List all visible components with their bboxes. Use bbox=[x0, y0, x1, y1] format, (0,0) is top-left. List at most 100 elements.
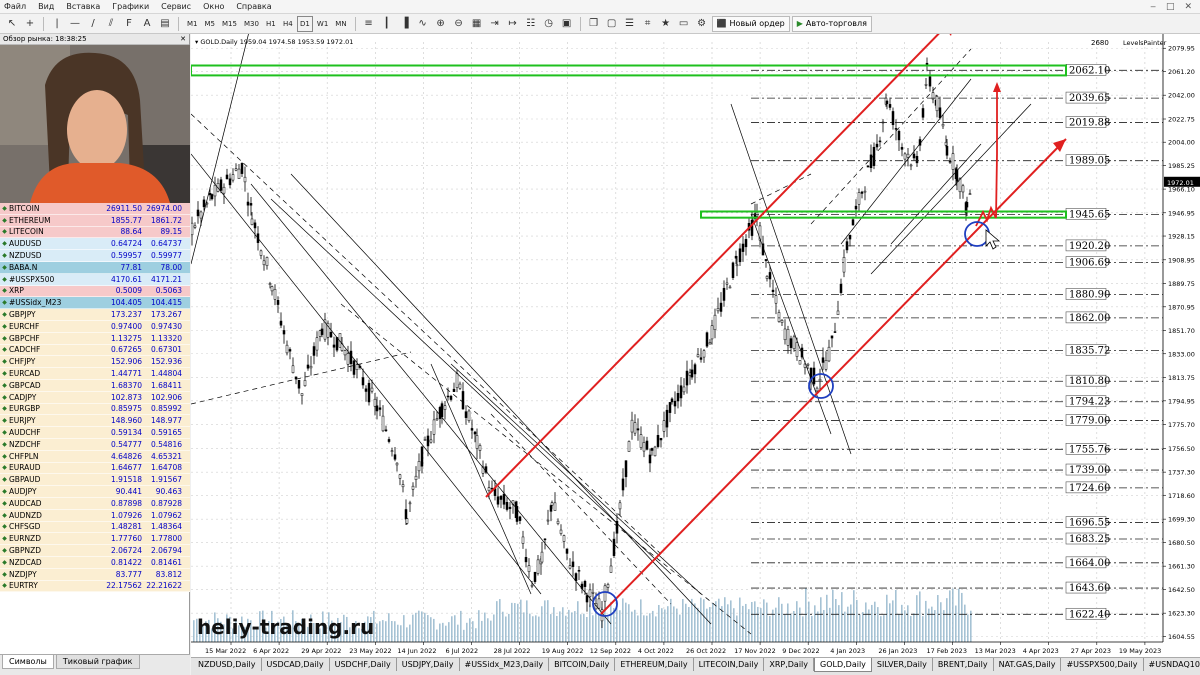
chart-tab[interactable]: #USSPX500,Daily bbox=[1061, 658, 1144, 671]
new-order-button[interactable]: ⬛ Новый ордер bbox=[711, 15, 790, 32]
symbol-row[interactable]: ◆ AUDNZD 1.07926 1.07962 bbox=[0, 509, 190, 522]
indicators-icon[interactable]: ≡ bbox=[361, 16, 377, 32]
gold-chart[interactable]: 2062.10 2039.65 2019.88 1989.05 1945.65 1920.… bbox=[191, 34, 1200, 657]
timeframe-button-h4[interactable]: H4 bbox=[280, 16, 296, 32]
menu-item[interactable]: Вид bbox=[38, 2, 54, 11]
symbol-row[interactable]: ◆ LITECOIN 88.64 89.15 bbox=[0, 226, 190, 239]
menu-item[interactable]: Вставка bbox=[66, 2, 100, 11]
market-watch-tab[interactable]: Тиковый график bbox=[55, 655, 140, 669]
navigator-icon[interactable]: ★ bbox=[658, 16, 674, 32]
channel-icon[interactable]: ⫽ bbox=[103, 16, 119, 32]
symbol-row[interactable]: ◆ NZDCHF 0.54777 0.54816 bbox=[0, 438, 190, 451]
close-icon[interactable]: ✕ bbox=[1184, 2, 1192, 12]
chart-tab[interactable]: NZDUSD,Daily bbox=[193, 658, 262, 671]
chart-tab[interactable]: BRENT,Daily bbox=[932, 658, 994, 671]
symbol-row[interactable]: ◆ CHFJPY 152.906 152.936 bbox=[0, 356, 190, 369]
symbol-row[interactable]: ◆ GBPCAD 1.68370 1.68411 bbox=[0, 379, 190, 392]
label-icon[interactable]: ▤ bbox=[157, 16, 173, 32]
symbol-row[interactable]: ◆ EURTRY 22.17562 22.21622 bbox=[0, 580, 190, 593]
chart-tab[interactable]: USDCAD,Daily bbox=[261, 658, 330, 671]
symbol-row[interactable]: ◆ EURNZD 1.77760 1.77800 bbox=[0, 533, 190, 546]
crosshair-icon[interactable]: + bbox=[22, 16, 38, 32]
menu-item[interactable]: Сервис bbox=[161, 2, 191, 11]
auto-trading-button[interactable]: ▶ Авто-торговля bbox=[791, 15, 872, 32]
symbol-row[interactable]: ◆ EURJPY 148.960 148.977 bbox=[0, 415, 190, 428]
timeframe-button-w1[interactable]: W1 bbox=[314, 16, 331, 32]
chart-tab[interactable]: USDJPY,Daily bbox=[396, 658, 460, 671]
timeframe-button-d1[interactable]: D1 bbox=[296, 15, 313, 32]
text-icon[interactable]: A bbox=[139, 16, 155, 32]
symbol-row[interactable]: ◆ GBPNZD 2.06724 2.06794 bbox=[0, 545, 190, 557]
symbol-row[interactable]: ◆ #USSidx_M23 104.405 104.415 bbox=[0, 297, 190, 310]
symbol-row[interactable]: ◆ GBPAUD 1.91518 1.91567 bbox=[0, 474, 190, 487]
autoscroll-icon[interactable]: ⇥ bbox=[487, 16, 503, 32]
symbol-row[interactable]: ◆ NZDUSD 0.59957 0.59977 bbox=[0, 250, 190, 262]
restore-icon[interactable]: □ bbox=[1166, 2, 1175, 12]
symbol-row[interactable]: ◆ AUDCHF 0.59134 0.59165 bbox=[0, 427, 190, 439]
symbol-row[interactable]: ◆ CHFSGD 1.48281 1.48364 bbox=[0, 521, 190, 534]
symbol-row[interactable]: ◆ CADJPY 102.873 102.906 bbox=[0, 391, 190, 404]
chart-window[interactable]: 2062.10 2039.65 2019.88 1989.05 1945.65 1920.… bbox=[191, 34, 1200, 657]
chart-tab[interactable]: #USSidx_M23,Daily bbox=[459, 658, 550, 671]
symbol-row[interactable]: ◆ CADCHF 0.67265 0.67301 bbox=[0, 344, 190, 357]
timeframe-button-m15[interactable]: M15 bbox=[219, 16, 240, 32]
symbol-row[interactable]: ◆ XRP 0.5009 0.5063 bbox=[0, 285, 190, 298]
menu-item[interactable]: Справка bbox=[236, 2, 271, 11]
horizontal-line-icon[interactable]: — bbox=[67, 16, 83, 32]
symbol-row[interactable]: ◆ AUDCAD 0.87898 0.87928 bbox=[0, 497, 190, 510]
chart-tab[interactable]: XRP,Daily bbox=[764, 658, 815, 671]
timeframe-button-mn[interactable]: MN bbox=[332, 16, 349, 32]
symbol-row[interactable]: ◆ CHFPLN 4.64826 4.65321 bbox=[0, 450, 190, 463]
line-chart-icon[interactable]: ∿ bbox=[415, 16, 431, 32]
symbol-row[interactable]: ◆ EURCAD 1.44771 1.44804 bbox=[0, 368, 190, 380]
symbol-row[interactable]: ◆ NZDJPY 83.777 83.812 bbox=[0, 568, 190, 581]
symbol-row[interactable]: ◆ AUDJPY 90.441 90.463 bbox=[0, 486, 190, 498]
new-chart-icon[interactable]: ❐ bbox=[586, 16, 602, 32]
shift-icon[interactable]: ↦ bbox=[505, 16, 521, 32]
zoom-in-icon[interactable]: ⊕ bbox=[433, 16, 449, 32]
tile-icon[interactable]: ▦ bbox=[469, 16, 485, 32]
chart-tab[interactable]: NAT.GAS,Daily bbox=[993, 658, 1062, 671]
symbol-row[interactable]: ◆ EURCHF 0.97400 0.97430 bbox=[0, 320, 190, 333]
periods-icon[interactable]: ◷ bbox=[541, 16, 557, 32]
menu-item[interactable]: Окно bbox=[203, 2, 224, 11]
symbol-row[interactable]: ◆ BABA.N 77.81 78.00 bbox=[0, 261, 190, 274]
symbol-row[interactable]: ◆ NZDCAD 0.81422 0.81461 bbox=[0, 556, 190, 569]
market-watch-icon[interactable]: ☰ bbox=[622, 16, 638, 32]
symbol-row[interactable]: ◆ AUDUSD 0.64724 0.64737 bbox=[0, 238, 190, 251]
candle-chart-icon[interactable]: ▐ bbox=[397, 16, 413, 32]
timeframe-button-h1[interactable]: H1 bbox=[263, 16, 279, 32]
objects-icon[interactable]: ▣ bbox=[559, 16, 575, 32]
tester-icon[interactable]: ⚙ bbox=[694, 16, 710, 32]
chart-tab[interactable]: #USNDAQ100,Daily bbox=[1143, 658, 1200, 671]
vertical-line-icon[interactable]: | bbox=[49, 16, 65, 32]
fibonacci-icon[interactable]: F bbox=[121, 16, 137, 32]
symbol-row[interactable]: ◆ EURAUD 1.64677 1.64708 bbox=[0, 462, 190, 475]
chart-tab[interactable]: GOLD,Daily bbox=[814, 658, 872, 672]
timeframe-button-m5[interactable]: M5 bbox=[202, 16, 219, 32]
symbol-row[interactable]: ◆ GBPJPY 173.237 173.267 bbox=[0, 309, 190, 321]
minimize-icon[interactable]: ‒ bbox=[1150, 2, 1156, 12]
timeframe-button-m30[interactable]: M30 bbox=[241, 16, 262, 32]
market-watch-tab[interactable]: Символы bbox=[2, 655, 54, 669]
profiles-icon[interactable]: ▢ bbox=[604, 16, 620, 32]
templates-icon[interactable]: ☷ bbox=[523, 16, 539, 32]
bar-chart-icon[interactable]: ┃ bbox=[379, 16, 395, 32]
chart-tab[interactable]: USDCHF,Daily bbox=[329, 658, 397, 671]
symbol-row[interactable]: ◆ EURGBP 0.85975 0.85992 bbox=[0, 403, 190, 416]
chart-tab[interactable]: LITECOIN,Daily bbox=[693, 658, 765, 671]
trendline-icon[interactable]: / bbox=[85, 16, 101, 32]
symbol-row[interactable]: ◆ #USSPX500 4170.61 4171.21 bbox=[0, 273, 190, 286]
terminal-icon[interactable]: ▭ bbox=[676, 16, 692, 32]
zoom-out-icon[interactable]: ⊖ bbox=[451, 16, 467, 32]
symbol-row[interactable]: ◆ ETHEREUM 1855.77 1861.72 bbox=[0, 214, 190, 227]
chart-tab[interactable]: SILVER,Daily bbox=[871, 658, 933, 671]
chart-tab[interactable]: BITCOIN,Daily bbox=[549, 658, 616, 671]
data-window-icon[interactable]: ⌗ bbox=[640, 16, 656, 32]
symbol-row[interactable]: ◆ BITCOIN 26911.50 26974.00 bbox=[0, 203, 190, 215]
cursor-icon[interactable]: ↖ bbox=[4, 16, 20, 32]
chart-tab[interactable]: ETHEREUM,Daily bbox=[615, 658, 694, 671]
menu-item[interactable]: Графики bbox=[112, 2, 149, 11]
symbol-row[interactable]: ◆ GBPCHF 1.13275 1.13320 bbox=[0, 332, 190, 345]
menu-item[interactable]: Файл bbox=[4, 2, 26, 11]
